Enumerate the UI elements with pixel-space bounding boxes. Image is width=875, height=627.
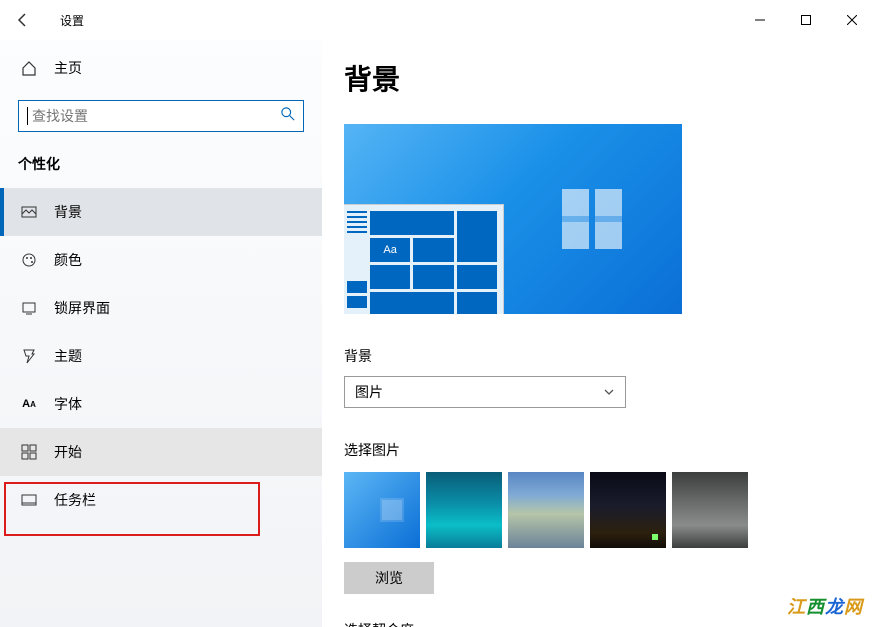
image-thumb-3[interactable] [508,472,584,548]
image-thumbnails [344,472,875,548]
sidebar-label: 锁屏界面 [54,298,110,318]
image-thumb-2[interactable] [426,472,502,548]
close-button[interactable] [829,6,875,34]
sidebar-label: 背景 [54,202,82,222]
theme-icon [20,348,38,364]
palette-icon [20,252,38,268]
sidebar-item-lockscreen[interactable]: 锁屏界面 [0,284,322,332]
text-cursor [27,107,28,125]
search-box[interactable] [18,100,304,132]
home-label: 主页 [54,58,82,78]
image-thumb-4[interactable] [590,472,666,548]
arrow-left-icon [15,12,31,28]
watermark: 江西龙网 [787,593,863,619]
font-icon: AA [20,398,38,410]
sidebar-label: 任务栏 [54,490,96,510]
sidebar-item-start[interactable]: 开始 [0,428,322,476]
image-icon [20,204,38,220]
minimize-button[interactable] [737,6,783,34]
background-type-select[interactable]: 图片 [344,376,626,408]
window-controls [737,6,875,34]
sidebar-label: 主题 [54,346,82,366]
search-input[interactable] [32,108,281,124]
lock-screen-icon [20,300,38,316]
select-value: 图片 [355,382,383,402]
browse-button[interactable]: 浏览 [344,562,434,594]
back-button[interactable] [0,0,46,40]
home-button[interactable]: 主页 [0,50,322,86]
home-icon [20,60,38,76]
image-thumb-5[interactable] [672,472,748,548]
fit-label: 选择契合度 [344,620,875,627]
sidebar-item-background[interactable]: 背景 [0,188,322,236]
image-thumb-1[interactable] [344,472,420,548]
taskbar-icon [20,492,38,508]
preview-aa-tile: Aa [370,238,410,262]
sidebar-label: 字体 [54,394,82,414]
sidebar: 主页 个性化 背景 颜色 锁屏界面 主题 AA [0,40,322,627]
maximize-button[interactable] [783,6,829,34]
background-preview: Aa [344,124,682,314]
sidebar-item-taskbar[interactable]: 任务栏 [0,476,322,524]
search-icon [281,107,295,126]
windows-logo-icon [562,189,622,249]
preview-start-menu: Aa [344,204,504,314]
titlebar: 设置 [0,0,875,40]
main-content: 背景 Aa [322,40,875,627]
start-icon [20,444,38,460]
section-title: 个性化 [0,132,322,188]
choose-image-label: 选择图片 [344,440,875,460]
chevron-down-icon [603,386,615,398]
sidebar-item-colors[interactable]: 颜色 [0,236,322,284]
sidebar-item-fonts[interactable]: AA 字体 [0,380,322,428]
sidebar-label: 开始 [54,442,82,462]
sidebar-item-themes[interactable]: 主题 [0,332,322,380]
bg-field-label: 背景 [344,346,875,366]
window-title: 设置 [60,12,84,29]
page-title: 背景 [344,40,875,98]
sidebar-label: 颜色 [54,250,82,270]
